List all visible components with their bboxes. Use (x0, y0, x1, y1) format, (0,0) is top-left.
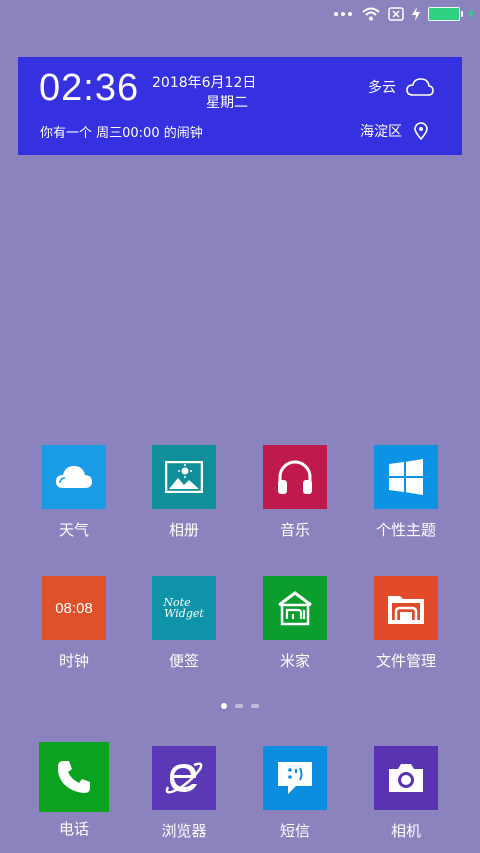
app-notes[interactable]: Note Widget 便签 (129, 576, 239, 670)
browser-tile (152, 746, 216, 810)
app-files[interactable]: 文件管理 (351, 576, 461, 670)
location[interactable]: 海淀区 (360, 121, 428, 141)
gallery-tile (152, 445, 216, 509)
app-label: 便签 (168, 652, 199, 670)
app-label: 相册 (168, 521, 199, 539)
windows-icon (389, 459, 423, 495)
dock-phone[interactable]: 电话 (19, 742, 129, 838)
app-music[interactable]: 音乐 (240, 445, 350, 539)
cloud-icon (56, 466, 92, 488)
app-label: 浏览器 (161, 822, 207, 840)
app-label: 米家 (279, 652, 310, 670)
messages-tile (263, 746, 327, 810)
cloud-icon (406, 78, 434, 96)
app-label: 时钟 (58, 652, 89, 670)
app-themes[interactable]: 个性主题 (351, 445, 461, 539)
weather-label: 多云 (368, 80, 396, 96)
battery-icon (428, 7, 463, 21)
app-mijia[interactable]: 米家 (240, 576, 350, 670)
app-label: 相机 (390, 822, 421, 840)
clock-tile-icon: 08:08 (55, 599, 93, 617)
more-dots-icon (334, 12, 352, 16)
widget-text: Widget (164, 606, 204, 620)
clock-tile: 08:08 (42, 576, 106, 640)
page-dot (251, 704, 259, 708)
app-label: 个性主题 (375, 521, 436, 539)
no-sim-icon (388, 7, 404, 21)
battery-bolt-icon (468, 8, 474, 20)
alarm-text: 你有一个 周三00:00 的闹钟 (40, 126, 203, 141)
app-label: 电话 (58, 820, 89, 838)
camera-icon (389, 764, 423, 792)
page-dot-active (221, 703, 227, 709)
folder-icon (388, 596, 424, 624)
note-widget-icon: Note Widget (152, 576, 216, 640)
wifi-icon (362, 7, 380, 21)
app-label: 天气 (58, 521, 89, 539)
files-tile (374, 576, 438, 640)
clock-time: 02:36 (39, 67, 140, 109)
page-dot (235, 704, 243, 708)
app-label: 音乐 (279, 521, 310, 539)
app-weather[interactable]: 天气 (19, 445, 129, 539)
dock-browser[interactable]: 浏览器 (129, 746, 239, 840)
clock-widget[interactable]: 02:36 2018年6月12日 星期二 你有一个 周三00:00 的闹钟 多云… (18, 57, 462, 155)
weather[interactable]: 多云 (368, 77, 434, 97)
status-bar (0, 0, 480, 28)
clock-date: 2018年6月12日 (152, 75, 257, 91)
app-clock[interactable]: 08:08 时钟 (19, 576, 129, 670)
phone-tile (39, 742, 109, 812)
headphones-icon (278, 460, 312, 494)
app-gallery[interactable]: 相册 (129, 445, 239, 539)
location-label: 海淀区 (360, 124, 402, 140)
mijia-tile (263, 576, 327, 640)
browser-icon (165, 762, 203, 794)
phone-icon (57, 761, 90, 793)
music-tile (263, 445, 327, 509)
themes-tile (374, 445, 438, 509)
dock-messages[interactable]: 短信 (240, 746, 350, 840)
note-text: Note (163, 595, 191, 609)
clock-weekday: 星期二 (206, 95, 248, 111)
charging-icon (412, 7, 420, 21)
page-indicator[interactable] (0, 703, 480, 709)
message-icon (278, 762, 312, 794)
app-label: 短信 (279, 822, 310, 840)
gallery-icon (165, 461, 203, 493)
app-label: 文件管理 (375, 652, 436, 670)
mijia-home-icon (278, 591, 312, 626)
dock-camera[interactable]: 相机 (351, 746, 461, 840)
weather-tile (42, 445, 106, 509)
home-screen: 02:36 2018年6月12日 星期二 你有一个 周三00:00 的闹钟 多云… (0, 0, 480, 853)
location-pin-icon (414, 122, 428, 140)
camera-tile (374, 746, 438, 810)
